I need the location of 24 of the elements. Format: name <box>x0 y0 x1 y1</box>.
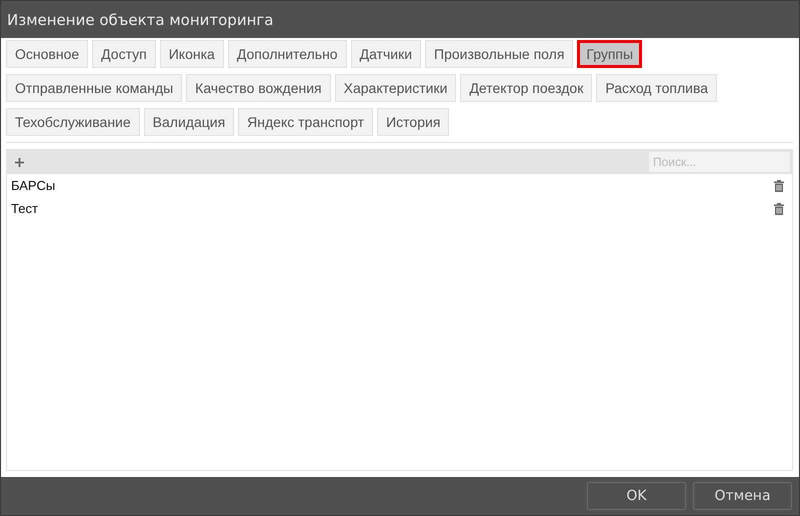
group-name[interactable]: БАРСы <box>11 178 56 193</box>
tab[interactable]: Отправленные команды <box>6 74 182 102</box>
tab[interactable]: Группы <box>577 40 642 68</box>
tab[interactable]: Расход топлива <box>596 74 718 102</box>
trash-icon[interactable] <box>774 202 784 214</box>
tab[interactable]: Техобслуживание <box>6 108 140 136</box>
tab[interactable]: Произвольные поля <box>425 40 574 68</box>
tab[interactable]: Валидация <box>144 108 234 136</box>
add-icon[interactable] <box>15 158 24 166</box>
trash-icon[interactable] <box>774 180 784 192</box>
tab[interactable]: История <box>377 108 450 136</box>
tab[interactable]: Основное <box>6 40 88 68</box>
tab[interactable]: Иконка <box>160 40 224 68</box>
ok-button[interactable]: OK <box>587 482 686 510</box>
tab[interactable]: Дополнительно <box>228 40 347 68</box>
tab[interactable]: Характеристики <box>334 74 456 102</box>
group-name[interactable]: Тест <box>11 201 38 216</box>
tab[interactable]: Качество вождения <box>186 74 331 102</box>
tab[interactable]: Датчики <box>350 40 422 68</box>
tab[interactable]: Яндекс транспорт <box>238 108 374 136</box>
cancel-button[interactable]: Отмена <box>693 482 792 510</box>
tab[interactable]: Детектор поездок <box>460 74 592 102</box>
tab[interactable]: Доступ <box>92 40 156 68</box>
window-title: Изменение объекта мониторинга <box>7 10 274 28</box>
